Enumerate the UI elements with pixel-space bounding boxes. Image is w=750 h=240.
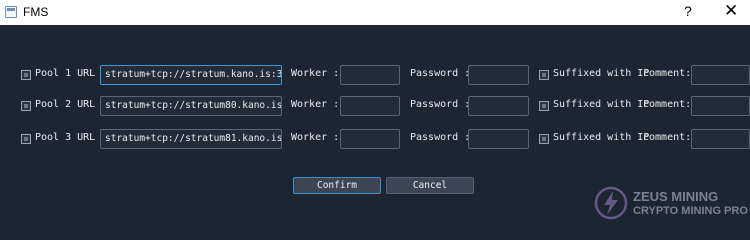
close-button[interactable]: ✕: [724, 1, 738, 21]
pool-row-3: Pool 3 URL : stratum+tcp://stratum81.kan…: [0, 129, 750, 149]
pool-1-url-label: Pool 1 URL :: [35, 68, 108, 79]
pool-row-2: Pool 2 URL : stratum+tcp://stratum80.kan…: [0, 96, 750, 116]
pool-3-checkbox[interactable]: [21, 134, 31, 144]
pool-1-suffix-label: Suffixed with IP: [553, 68, 650, 79]
pool-1-comment-label: comment:: [643, 68, 692, 79]
pool-1-url-input[interactable]: stratum+tcp://stratum.kano.is:3333: [100, 65, 282, 85]
pool-1-worker-input[interactable]: [340, 65, 400, 85]
watermark-line-1: ZEUS MINING: [633, 189, 719, 204]
pool-2-url-label: Pool 2 URL :: [35, 99, 108, 110]
pool-2-checkbox[interactable]: [21, 101, 31, 111]
pool-3-password-label: Password :: [410, 132, 471, 143]
pool-2-url-input[interactable]: stratum+tcp://stratum80.kano.is:80: [100, 96, 282, 116]
app-icon: [5, 6, 17, 18]
pool-1-password-input[interactable]: [468, 65, 529, 85]
pool-2-password-label: Password :: [410, 99, 471, 110]
pool-2-comment-input[interactable]: [691, 96, 750, 116]
pool-2-worker-input[interactable]: [340, 96, 400, 116]
watermark: ZEUS MINING CRYPTO MINING PRO: [593, 185, 748, 225]
pool-1-password-label: Password :: [410, 68, 471, 79]
pool-2-password-input[interactable]: [468, 96, 529, 116]
pool-2-comment-label: comment:: [643, 99, 692, 110]
title-bar: FMS ? ✕: [0, 0, 750, 25]
pool-1-suffix-checkbox[interactable]: [539, 70, 549, 80]
pool-2-suffix-label: Suffixed with IP: [553, 99, 650, 110]
pool-3-password-input[interactable]: [468, 129, 529, 149]
pool-3-url-label: Pool 3 URL :: [35, 132, 108, 143]
pool-3-worker-label: Worker :: [291, 132, 340, 143]
pool-3-comment-label: comment:: [643, 132, 692, 143]
pool-3-suffix-checkbox[interactable]: [539, 134, 549, 144]
lightning-logo-icon: [594, 186, 628, 220]
pool-3-worker-input[interactable]: [340, 129, 400, 149]
pool-1-checkbox[interactable]: [21, 70, 31, 80]
pool-2-worker-label: Worker :: [291, 99, 340, 110]
pool-1-worker-label: Worker :: [291, 68, 340, 79]
pool-row-1: Pool 1 URL : stratum+tcp://stratum.kano.…: [0, 65, 750, 85]
pool-1-comment-input[interactable]: [691, 65, 750, 85]
window-title: FMS: [23, 5, 49, 19]
confirm-button[interactable]: Confirm: [293, 177, 381, 194]
pool-3-url-input[interactable]: stratum+tcp://stratum81.kano.is:81: [100, 129, 282, 149]
help-button[interactable]: ?: [684, 3, 692, 19]
pool-2-suffix-checkbox[interactable]: [539, 101, 549, 111]
watermark-line-2: CRYPTO MINING PRO: [633, 205, 748, 217]
pool-3-comment-input[interactable]: [691, 129, 750, 149]
cancel-button[interactable]: Cancel: [386, 177, 474, 194]
pool-3-suffix-label: Suffixed with IP: [553, 132, 650, 143]
